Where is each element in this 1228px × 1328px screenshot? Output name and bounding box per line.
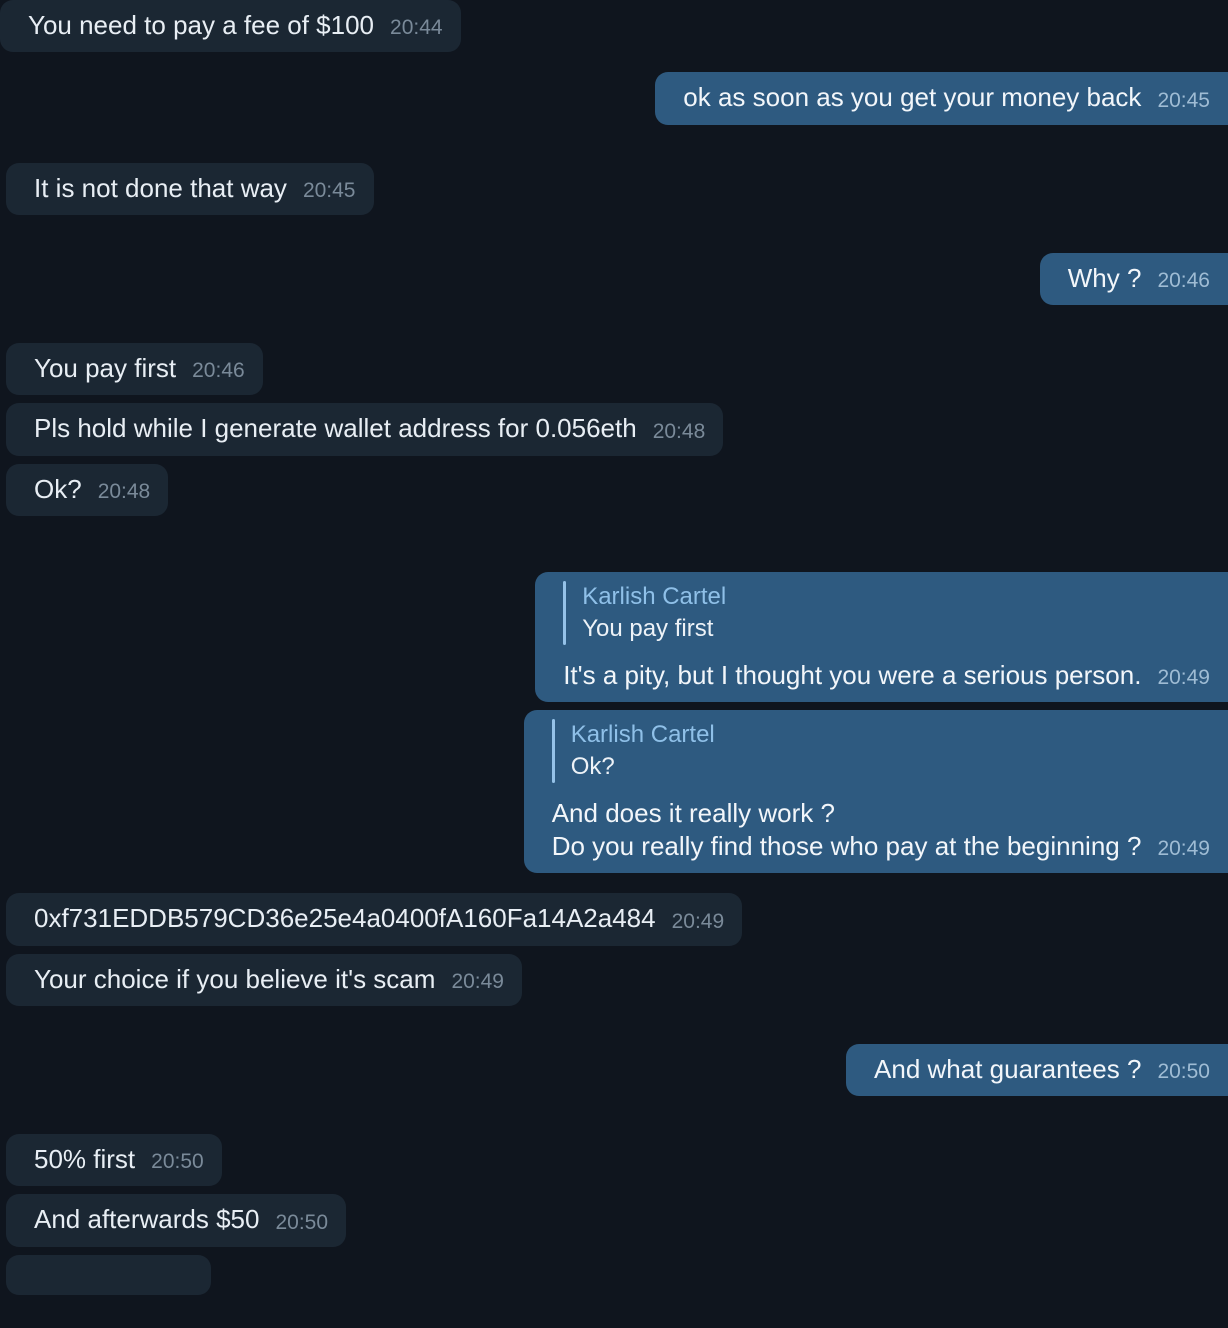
message-timestamp: 20:45 (1157, 88, 1210, 112)
message-row: And what guarantees ? 20:50 (0, 1043, 1228, 1097)
message-row: Karlish Cartel You pay first It's a pity… (0, 571, 1228, 702)
message-bubble-incoming[interactable]: 50% first 20:50 (6, 1134, 222, 1187)
message-text: Ok? (34, 473, 82, 504)
message-row: And afterwards $50 20:50 (0, 1194, 1228, 1247)
message-timestamp: 20:50 (275, 1210, 329, 1234)
message-text: Why ? (1067, 262, 1142, 293)
message-text: It's a pity, but I thought you were a se… (563, 659, 1142, 690)
message-bubble-outgoing[interactable]: And what guarantees ? 20:50 (846, 1043, 1228, 1097)
quote-text: You pay first (582, 614, 714, 642)
message-row: 0xf731EDDB579CD36e25e4a0400fA160Fa14A2a4… (0, 893, 1228, 946)
message-timestamp: 20:48 (97, 479, 151, 503)
message-timestamp: 20:48 (652, 419, 706, 443)
message-row: Your choice if you believe it's scam 20:… (0, 953, 1228, 1006)
message-timestamp: 20:45 (302, 178, 356, 202)
message-row: It is not done that way 20:45 (0, 162, 1228, 215)
message-bubble-incoming[interactable]: Ok? 20:48 (6, 463, 169, 516)
message-text: You pay first (34, 353, 177, 384)
message-bubble-outgoing[interactable]: ok as soon as you get your money back 20… (655, 72, 1228, 125)
message-text: And afterwards $50 (34, 1204, 260, 1235)
quote-accent-bar (563, 580, 567, 645)
message-bubble-outgoing[interactable]: Karlish Cartel You pay first It's a pity… (535, 571, 1228, 702)
quoted-reply[interactable]: Karlish Cartel You pay first (563, 580, 1210, 645)
message-bubble-incoming[interactable]: Your choice if you believe it's scam 20:… (6, 953, 522, 1006)
message-bubble-incoming[interactable]: And afterwards $50 20:50 (6, 1194, 347, 1247)
quote-content: Karlish Cartel You pay first (582, 581, 726, 645)
message-text: And does it really work ? Do you really … (551, 797, 1142, 862)
message-body: Karlish Cartel Ok? And does it really wo… (551, 718, 1210, 864)
wallet-address-text: 0xf731EDDB579CD36e25e4a0400fA160Fa14A2a4… (34, 903, 656, 934)
message-text: And what guarantees ? (874, 1053, 1142, 1084)
message-timestamp: 20:49 (671, 909, 725, 933)
message-row-partial (0, 1254, 1228, 1295)
message-timestamp: 20:49 (1157, 837, 1210, 861)
message-timestamp: 20:44 (390, 16, 443, 40)
message-timestamp: 20:46 (1157, 269, 1210, 293)
message-bubble-outgoing[interactable]: Karlish Cartel Ok? And does it really wo… (523, 709, 1228, 874)
message-bubble-incoming[interactable]: You need to pay a fee of $100 20:44 (0, 0, 461, 53)
message-text: You need to pay a fee of $100 (28, 10, 375, 40)
quote-author: Karlish Cartel (582, 582, 727, 610)
message-timestamp: 20:49 (1157, 665, 1210, 689)
message-text: It is not done that way (34, 172, 287, 203)
quote-author: Karlish Cartel (570, 720, 715, 748)
message-main-line: It's a pity, but I thought you were a se… (563, 659, 1210, 692)
message-text (34, 1251, 193, 1284)
message-bubble-incoming[interactable]: You pay first 20:46 (6, 343, 263, 396)
message-row: Pls hold while I generate wallet address… (0, 403, 1228, 456)
message-bubble-incoming-wallet-address[interactable]: 0xf731EDDB579CD36e25e4a0400fA160Fa14A2a4… (6, 893, 743, 946)
message-bubble-outgoing[interactable]: Why ? 20:46 (1039, 252, 1228, 306)
chat-message-list[interactable]: You need to pay a fee of $100 20:44 ok a… (0, 0, 1228, 1328)
message-timestamp: 20:50 (1157, 1060, 1210, 1084)
message-row: You pay first 20:46 (0, 343, 1228, 396)
message-row: 50% first 20:50 (0, 1134, 1228, 1187)
message-row: Karlish Cartel Ok? And does it really wo… (0, 709, 1228, 874)
message-text: ok as soon as you get your money back (683, 82, 1142, 113)
message-timestamp: 20:49 (451, 969, 504, 993)
message-row: ok as soon as you get your money back 20… (0, 72, 1228, 125)
message-timestamp: 20:46 (192, 359, 245, 383)
message-row: Why ? 20:46 (0, 252, 1228, 306)
message-main-line: And does it really work ? Do you really … (552, 797, 1210, 864)
message-bubble-incoming[interactable]: It is not done that way 20:45 (6, 162, 374, 215)
message-bubble-incoming[interactable]: Pls hold while I generate wallet address… (6, 403, 724, 456)
message-row: Ok? 20:48 (0, 463, 1228, 516)
quote-content: Karlish Cartel Ok? (571, 719, 715, 783)
message-body: Karlish Cartel You pay first It's a pity… (563, 580, 1210, 692)
message-timestamp: 20:50 (151, 1150, 204, 1174)
quote-accent-bar (551, 718, 555, 783)
message-text: 50% first (34, 1144, 136, 1175)
message-text: Your choice if you believe it's scam (34, 963, 436, 994)
message-row: You need to pay a fee of $100 20:44 (0, 0, 1228, 53)
message-bubble-incoming-partial[interactable] (6, 1254, 211, 1295)
message-text: Pls hold while I generate wallet address… (34, 413, 637, 444)
quote-text: Ok? (570, 752, 615, 780)
quoted-reply[interactable]: Karlish Cartel Ok? (551, 718, 1210, 783)
